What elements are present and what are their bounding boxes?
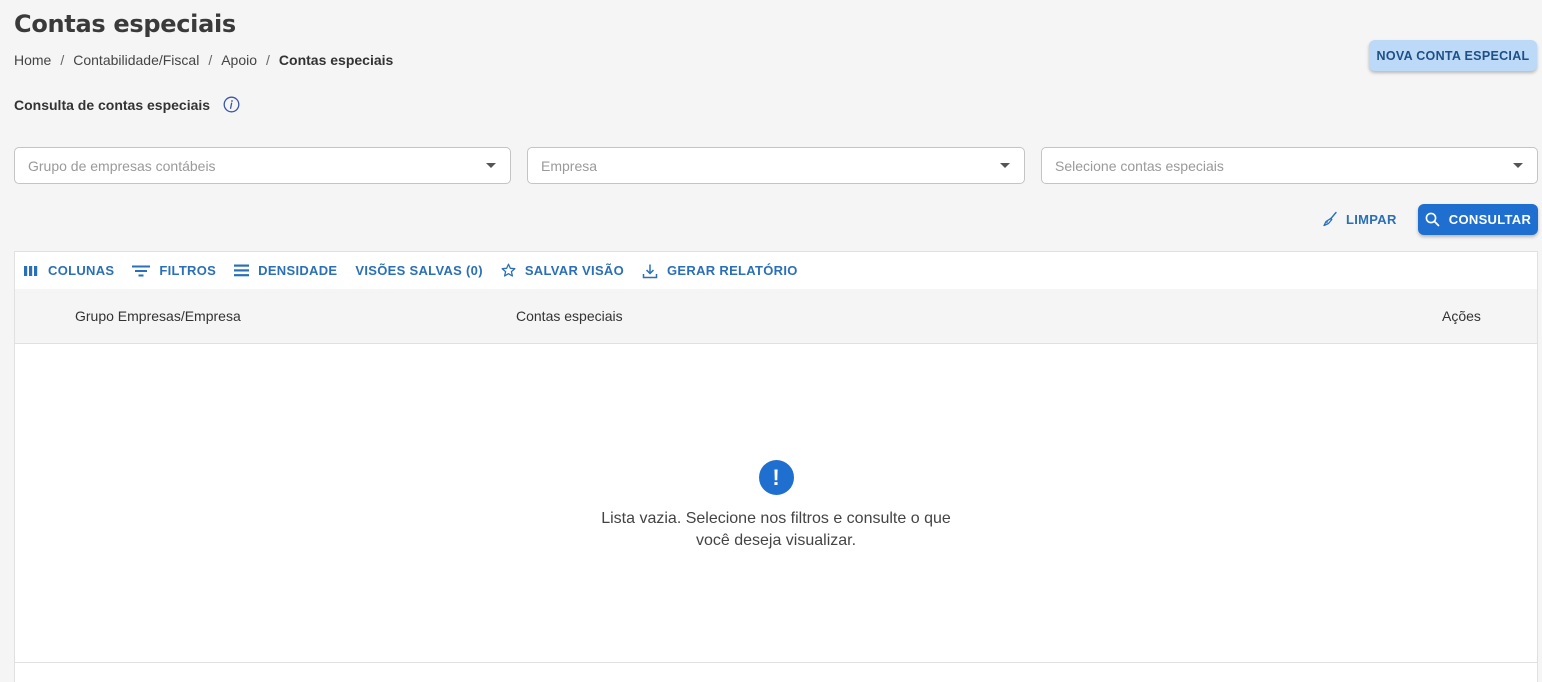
- clear-button-label: LIMPAR: [1346, 211, 1397, 227]
- caret-down-icon: [1513, 163, 1523, 168]
- info-icon[interactable]: [223, 96, 240, 113]
- breadcrumb: Home / Contabilidade/Fiscal / Apoio / Co…: [14, 52, 393, 68]
- save-view-label: SALVAR VISÃO: [524, 263, 625, 278]
- empty-state: ! Lista vazia. Selecione nos filtros e c…: [15, 460, 1537, 552]
- filter-icon: [132, 265, 151, 276]
- breadcrumb-separator: /: [266, 52, 270, 68]
- breadcrumb-home[interactable]: Home: [14, 52, 51, 68]
- filters-label: FILTROS: [159, 263, 217, 278]
- breadcrumb-apoio[interactable]: Apoio: [221, 52, 257, 68]
- density-label: DENSIDADE: [258, 263, 338, 278]
- search-button[interactable]: CONSULTAR: [1418, 204, 1538, 235]
- breadcrumb-separator: /: [208, 52, 213, 68]
- breadcrumb-contabilidade-fiscal[interactable]: Contabilidade/Fiscal: [73, 52, 199, 68]
- new-special-account-button[interactable]: NOVA CONTA ESPECIAL: [1369, 40, 1537, 71]
- filters-button[interactable]: FILTROS: [132, 256, 216, 286]
- density-icon: [234, 264, 250, 277]
- page-title: Contas especiais: [14, 10, 236, 38]
- company-placeholder: Empresa: [541, 157, 598, 174]
- grid-footer-divider: [15, 662, 1537, 663]
- download-icon: [642, 264, 658, 278]
- company-group-placeholder: Grupo de empresas contábeis: [28, 157, 216, 174]
- generate-report-label: GERAR RELATÓRIO: [667, 263, 798, 278]
- columns-icon: [24, 265, 38, 276]
- broom-icon: [1323, 211, 1337, 227]
- special-accounts-placeholder: Selecione contas especiais: [1055, 157, 1224, 174]
- saved-views-button[interactable]: VISÕES SALVAS (0): [355, 256, 482, 286]
- exclamation-icon: !: [758, 460, 794, 495]
- column-header-group-company[interactable]: Grupo Empresas/Empresa: [75, 308, 241, 324]
- empty-state-message: Lista vazia. Selecione nos filtros e con…: [601, 510, 951, 549]
- company-select[interactable]: Empresa: [527, 147, 1025, 184]
- column-header-special-accounts[interactable]: Contas especiais: [516, 308, 623, 324]
- saved-views-label: VISÕES SALVAS (0): [355, 263, 483, 278]
- star-outline-icon: [501, 263, 516, 277]
- special-accounts-select[interactable]: Selecione contas especiais: [1041, 147, 1538, 184]
- data-grid: COLUNAS FILTROS DENSIDADE VISÕES SALVAS …: [14, 251, 1538, 682]
- column-header-actions: Ações: [1442, 308, 1481, 324]
- breadcrumb-separator: /: [60, 52, 65, 68]
- generate-report-button[interactable]: GERAR RELATÓRIO: [642, 256, 798, 286]
- columns-button[interactable]: COLUNAS: [23, 256, 114, 286]
- density-button[interactable]: DENSIDADE: [234, 256, 337, 286]
- clear-button[interactable]: LIMPAR: [1322, 206, 1397, 232]
- breadcrumb-current: Contas especiais: [278, 52, 394, 68]
- grid-toolbar: COLUNAS FILTROS DENSIDADE VISÕES SALVAS …: [15, 252, 1537, 289]
- filter-section-title: Consulta de contas especiais: [14, 96, 211, 113]
- columns-label: COLUNAS: [48, 263, 115, 278]
- company-group-select[interactable]: Grupo de empresas contábeis: [14, 147, 511, 184]
- grid-header-row: Grupo Empresas/Empresa Contas especiais …: [15, 289, 1537, 344]
- caret-down-icon: [1000, 163, 1010, 168]
- filter-section-header: Consulta de contas especiais: [14, 96, 240, 113]
- search-button-label: CONSULTAR: [1448, 212, 1532, 227]
- search-icon: [1425, 212, 1440, 227]
- save-view-button[interactable]: SALVAR VISÃO: [501, 256, 624, 286]
- caret-down-icon: [486, 163, 496, 168]
